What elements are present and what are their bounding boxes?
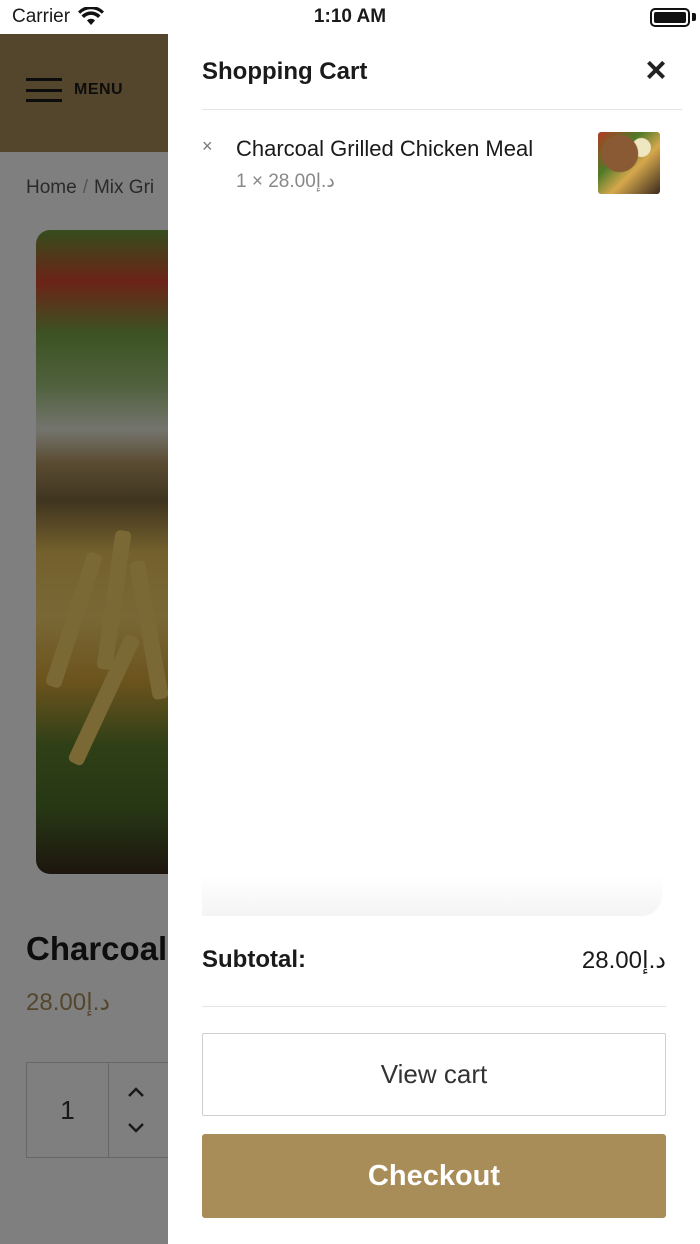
cart-item-quantity-price: 1 × 28.00د.إ <box>236 171 335 192</box>
subtotal-label: Subtotal: <box>202 946 306 973</box>
shopping-cart-drawer: Shopping Cart × × Charcoal Grilled Chick… <box>168 34 700 1244</box>
drawer-backdrop[interactable] <box>0 34 168 1244</box>
battery-tip <box>692 13 696 21</box>
cart-list-fade <box>202 876 662 916</box>
close-icon[interactable]: × <box>642 52 670 88</box>
status-bar: Carrier 1:10 AM <box>0 0 700 34</box>
subtotal-value: 28.00د.إ <box>581 947 666 974</box>
divider <box>202 109 682 110</box>
app-screen: Carrier 1:10 AM MENU Home/Mix Gri <box>0 0 700 1244</box>
subtotal-row: Subtotal: 28.00د.إ <box>202 946 666 975</box>
divider <box>202 1006 666 1007</box>
cart-item-thumbnail[interactable] <box>598 132 660 194</box>
cart-item: × Charcoal Grilled Chicken Meal 1 × 28.0… <box>202 132 668 202</box>
checkout-button[interactable]: Checkout <box>202 1134 666 1218</box>
battery-fill <box>654 12 686 23</box>
battery-icon <box>650 8 690 27</box>
remove-item-button[interactable]: × <box>202 136 213 157</box>
clock: 1:10 AM <box>313 6 387 27</box>
cart-item-name[interactable]: Charcoal Grilled Chicken Meal <box>236 136 533 162</box>
view-cart-button[interactable]: View cart <box>202 1033 666 1116</box>
cart-title: Shopping Cart <box>202 58 368 85</box>
